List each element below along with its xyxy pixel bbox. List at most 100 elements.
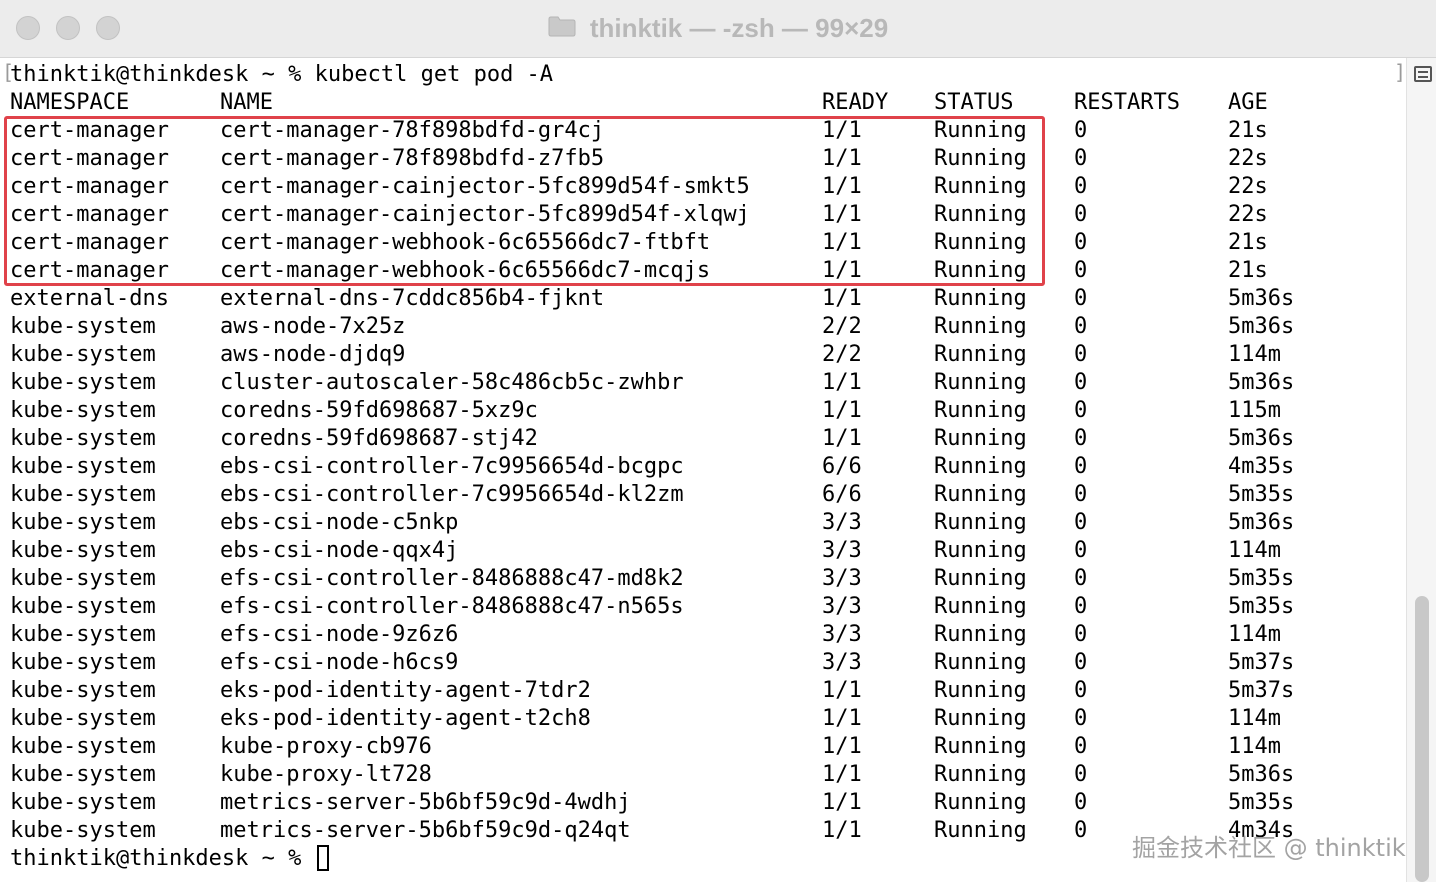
- pod-namespace: kube-system: [10, 734, 156, 759]
- pod-restarts: 0: [1074, 314, 1088, 339]
- pod-restarts: 0: [1074, 202, 1088, 227]
- pod-age: 5m36s: [1228, 314, 1295, 339]
- pod-name: ebs-csi-node-qqx4j: [220, 538, 459, 563]
- pod-ready: 2/2: [822, 314, 862, 339]
- pod-age: 21s: [1228, 230, 1268, 255]
- terminal-window: thinktik — -zsh — 99×29 [ ] thinktik@thi…: [0, 0, 1436, 882]
- header-status: STATUS: [934, 90, 1014, 115]
- pod-name: eks-pod-identity-agent-7tdr2: [220, 678, 591, 703]
- pod-age: 5m37s: [1228, 678, 1295, 703]
- pod-restarts: 0: [1074, 538, 1088, 563]
- pod-name: eks-pod-identity-agent-t2ch8: [220, 706, 591, 731]
- pod-namespace: kube-system: [10, 650, 156, 675]
- pod-restarts: 0: [1074, 230, 1088, 255]
- pod-name: external-dns-7cddc856b4-fjknt: [220, 286, 605, 311]
- text-cursor[interactable]: [316, 845, 329, 871]
- pod-status: Running: [934, 594, 1027, 619]
- pod-status: Running: [934, 398, 1027, 423]
- pod-name: ebs-csi-controller-7c9956654d-kl2zm: [220, 482, 684, 507]
- pod-name: efs-csi-controller-8486888c47-md8k2: [220, 566, 684, 591]
- pod-status: Running: [934, 622, 1027, 647]
- pod-restarts: 0: [1074, 174, 1088, 199]
- pod-name: ebs-csi-node-c5nkp: [220, 510, 459, 535]
- pod-age: 5m36s: [1228, 286, 1295, 311]
- title-bar[interactable]: thinktik — -zsh — 99×29: [0, 0, 1436, 58]
- pod-status: Running: [934, 286, 1027, 311]
- pod-name: cluster-autoscaler-58c486cb5c-zwhbr: [220, 370, 684, 395]
- pod-age: 5m36s: [1228, 370, 1295, 395]
- pod-ready: 1/1: [822, 678, 862, 703]
- pod-namespace: kube-system: [10, 762, 156, 787]
- pod-name: aws-node-7x25z: [220, 314, 406, 339]
- pod-ready: 1/1: [822, 790, 862, 815]
- pod-restarts: 0: [1074, 594, 1088, 619]
- pod-age: 5m35s: [1228, 566, 1295, 591]
- header-ready: READY: [822, 90, 889, 115]
- pod-restarts: 0: [1074, 146, 1088, 171]
- pod-restarts: 0: [1074, 734, 1088, 759]
- pod-ready: 3/3: [822, 650, 862, 675]
- pod-ready: 3/3: [822, 538, 862, 563]
- pod-name: metrics-server-5b6bf59c9d-4wdhj: [220, 790, 631, 815]
- pod-namespace: kube-system: [10, 566, 156, 591]
- pod-ready: 3/3: [822, 622, 862, 647]
- pod-age: 5m35s: [1228, 594, 1295, 619]
- pod-namespace: kube-system: [10, 482, 156, 507]
- pod-name: efs-csi-node-9z6z6: [220, 622, 459, 647]
- pod-status: Running: [934, 342, 1027, 367]
- pod-restarts: 0: [1074, 286, 1088, 311]
- cert-manager-highlight-box: [4, 116, 1045, 286]
- window-title: thinktik — -zsh — 99×29: [589, 13, 889, 44]
- pod-status: Running: [934, 650, 1027, 675]
- pod-ready: 6/6: [822, 454, 862, 479]
- pod-status: Running: [934, 706, 1027, 731]
- pod-restarts: 0: [1074, 762, 1088, 787]
- pod-restarts: 0: [1074, 482, 1088, 507]
- pod-namespace: kube-system: [10, 370, 156, 395]
- header-namespace: NAMESPACE: [10, 90, 130, 115]
- pod-namespace: kube-system: [10, 426, 156, 451]
- pod-restarts: 0: [1074, 398, 1088, 423]
- pod-name: aws-node-djdq9: [220, 342, 406, 367]
- pod-status: Running: [934, 454, 1027, 479]
- pod-age: 22s: [1228, 174, 1268, 199]
- pod-restarts: 0: [1074, 454, 1088, 479]
- command-line: thinktik@thinkdesk ~ % kubectl get pod -…: [10, 62, 554, 87]
- scrollbar-thumb[interactable]: [1415, 596, 1429, 882]
- pod-age: 4m35s: [1228, 454, 1295, 479]
- pod-namespace: kube-system: [10, 594, 156, 619]
- pod-status: Running: [934, 790, 1027, 815]
- pod-status: Running: [934, 538, 1027, 563]
- pod-restarts: 0: [1074, 342, 1088, 367]
- pod-age: 5m35s: [1228, 482, 1295, 507]
- pod-age: 21s: [1228, 118, 1268, 143]
- watermark-text: 掘金技术社区 @ thinktik: [1132, 834, 1406, 862]
- pod-ready: 1/1: [822, 398, 862, 423]
- pod-age: 115m: [1228, 398, 1281, 423]
- pod-restarts: 0: [1074, 790, 1088, 815]
- pod-namespace: kube-system: [10, 706, 156, 731]
- pod-status: Running: [934, 482, 1027, 507]
- pod-status: Running: [934, 762, 1027, 787]
- folder-icon: [548, 15, 576, 37]
- window-title-group: thinktik — -zsh — 99×29: [0, 10, 1436, 46]
- pod-restarts: 0: [1074, 622, 1088, 647]
- pod-name: efs-csi-controller-8486888c47-n565s: [220, 594, 684, 619]
- pod-status: Running: [934, 370, 1027, 395]
- pod-age: 5m36s: [1228, 426, 1295, 451]
- scrollbar-area[interactable]: [1406, 58, 1436, 882]
- prompt-line: thinktik@thinkdesk ~ %: [10, 845, 329, 873]
- marks-list-icon[interactable]: [1414, 66, 1432, 82]
- pod-restarts: 0: [1074, 118, 1088, 143]
- pod-age: 114m: [1228, 622, 1281, 647]
- pod-namespace: kube-system: [10, 454, 156, 479]
- pod-namespace: external-dns: [10, 286, 169, 311]
- pod-ready: 3/3: [822, 594, 862, 619]
- pod-namespace: kube-system: [10, 818, 156, 843]
- pod-ready: 1/1: [822, 370, 862, 395]
- prompt-text: thinktik@thinkdesk ~ %: [10, 846, 315, 871]
- header-age: AGE: [1228, 90, 1268, 115]
- pod-restarts: 0: [1074, 510, 1088, 535]
- pod-age: 22s: [1228, 202, 1268, 227]
- pod-name: coredns-59fd698687-5xz9c: [220, 398, 538, 423]
